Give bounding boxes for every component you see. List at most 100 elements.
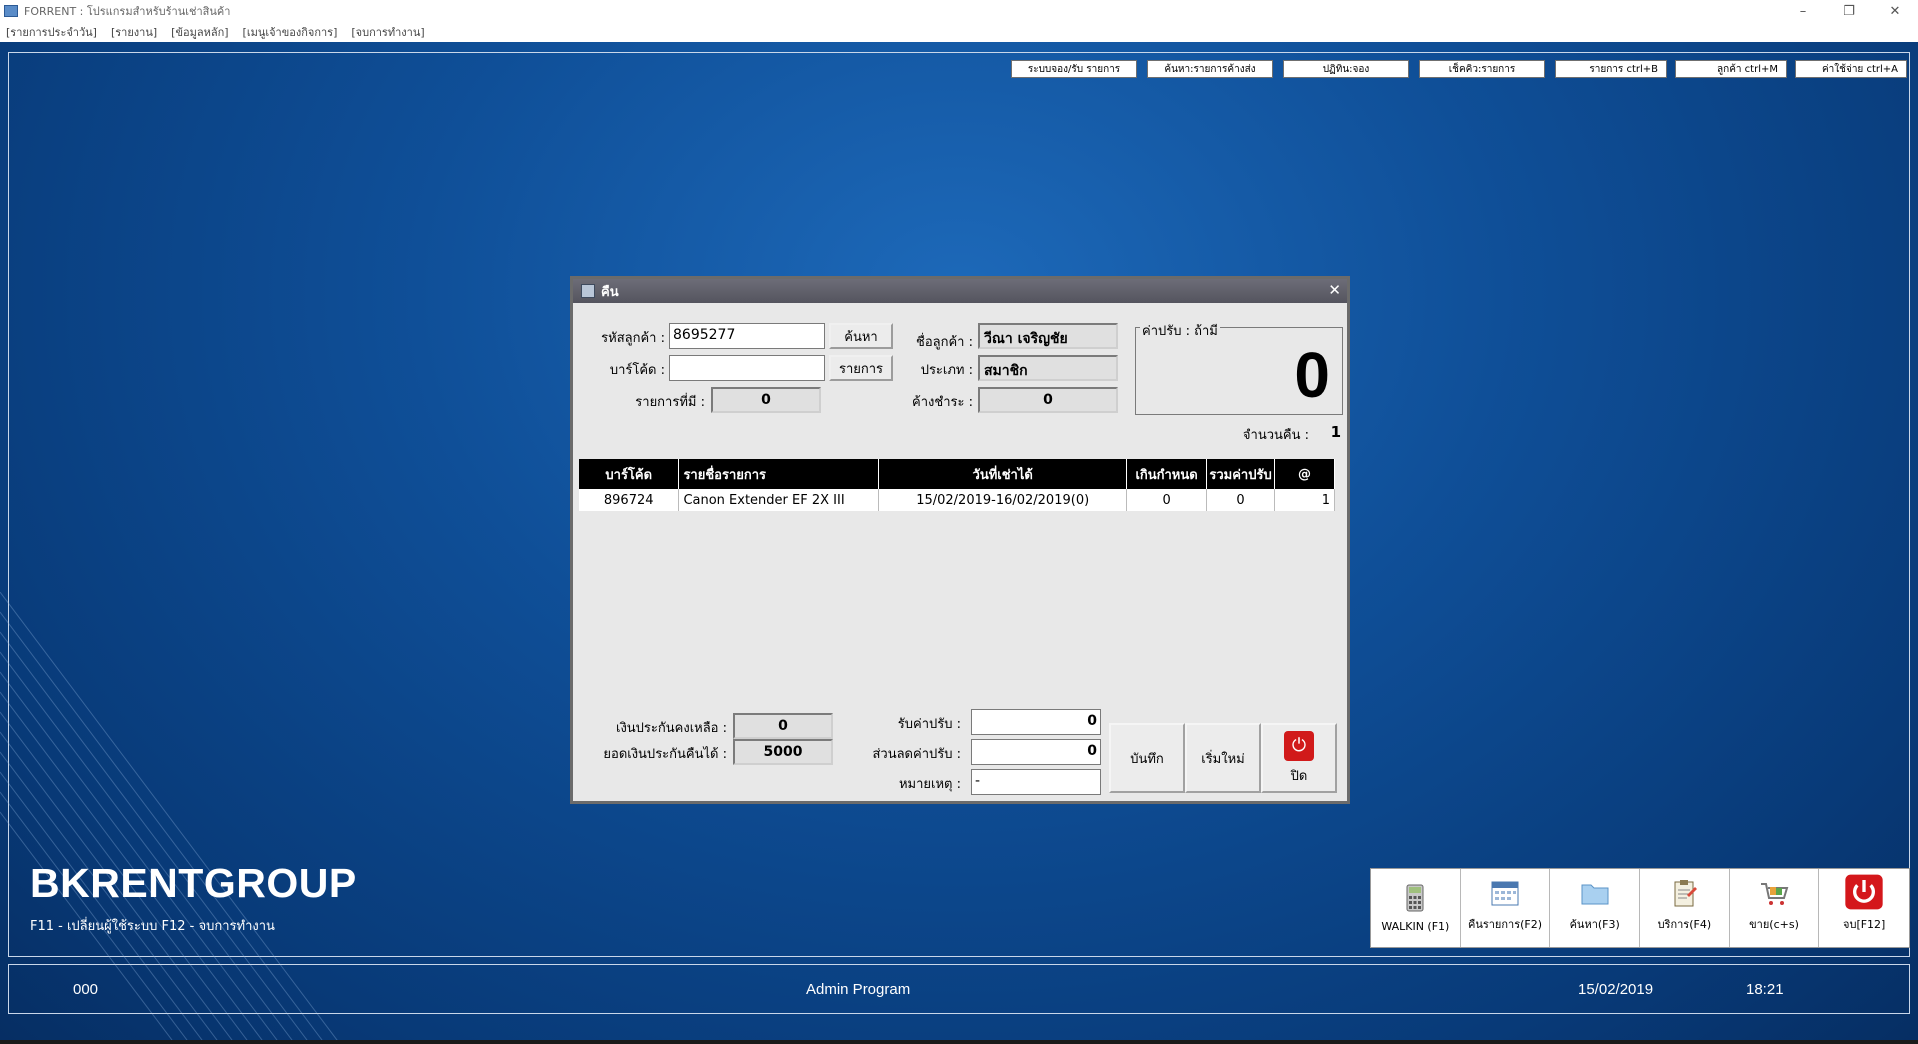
menu-master-data[interactable]: [ข้อมูลหลัก] [171,23,228,41]
customer-name-value: วีณา เจริญชัย [978,323,1118,349]
cell-total-fine: 0 [1206,489,1276,511]
return-items-label: คืนรายการ(F2) [1467,918,1543,931]
menu-reports[interactable]: [รายงาน] [111,23,157,41]
service-label: บริการ(F4) [1657,918,1712,931]
restore-button[interactable]: ❐ [1826,0,1872,22]
dialog-icon [581,284,595,298]
bottom-strip [0,1040,1918,1044]
customers-shortcut-button[interactable]: ลูกค้า ctrl+M [1675,60,1787,78]
customer-code-label: รหัสลูกค้า : [601,331,665,346]
type-value: สมาชิก [978,355,1118,381]
exit-button[interactable]: จบ[F12] [1819,869,1909,947]
search-label: ค้นหา(F3) [1569,918,1620,931]
header-total-fine: รวมค่าปรับ [1206,459,1276,489]
calculator-icon [1406,884,1424,912]
return-items-table: บาร์โค้ด รายชื่อรายการ วันที่เช่าได้ เกิ… [579,459,1335,511]
fine-legend: ค่าปรับ : ถ้ามี [1140,320,1220,341]
cell-barcode: 896724 [579,489,680,511]
return-items-button[interactable]: คืนรายการ(F2) [1461,869,1551,947]
fine-box: ค่าปรับ : ถ้ามี 0 [1135,320,1343,415]
receive-fine-input[interactable]: 0 [971,709,1101,735]
discount-fine-input[interactable]: 0 [971,739,1101,765]
dialog-close-icon[interactable]: ✕ [1328,281,1341,299]
items-count-label: รายการที่มี : [635,395,705,410]
app-icon [4,5,18,17]
sell-label: ขาย(c+s) [1749,918,1799,931]
close-dialog-label: ปิด [1290,768,1308,784]
brand-name: BKRENTGROUP [30,860,357,906]
status-date: 15/02/2019 [1578,981,1654,998]
note-label: หมายเหตุ : [898,777,961,792]
header-barcode: บาร์โค้ด [579,459,680,489]
items-shortcut-button[interactable]: รายการ ctrl+B [1555,60,1667,78]
exit-label: จบ[F12] [1843,918,1886,931]
menu-daily[interactable]: [รายการประจำวัน] [6,23,97,41]
walkin-button[interactable]: WALKIN (F1) [1371,869,1461,947]
search-button[interactable]: ค้นหา(F3) [1550,869,1641,947]
status-program: Admin Program [806,981,911,998]
pending-search-button[interactable]: ค้นหา:รายการค้างส่ง [1147,60,1273,78]
fine-value: 0 [1294,339,1330,411]
close-window-button[interactable]: ✕ [1872,0,1918,22]
cart-icon [1761,883,1789,905]
calendar-booking-button[interactable]: ปฏิทิน:จอง [1283,60,1409,78]
customer-name-label: ชื่อลูกค้า : [916,335,973,350]
dialog-titlebar: คืน ✕ [573,279,1347,303]
header-item-name: รายชื่อรายการ [678,459,880,489]
close-dialog-button[interactable]: ⏻ ปิด [1261,723,1337,793]
window-title: FORRENT : โปรแกรมสำหรับร้านเช่าสินค้า [24,5,231,18]
deposit-left-value: 0 [733,713,833,739]
save-button[interactable]: บันทึก [1109,723,1185,793]
clipboard-icon [1674,880,1698,907]
cell-item-name: Canon Extender EF 2X III [678,489,880,511]
status-bar: 000 Admin Program 15/02/2019 18:21 [8,964,1910,1014]
type-label: ประเภท : [920,363,973,378]
return-count-label: จำนวนคืน : [1242,428,1309,443]
menu-bar: [รายการประจำวัน] [รายงาน] [ข้อมูลหลัก] [… [0,22,1918,42]
table-header-row: บาร์โค้ด รายชื่อรายการ วันที่เช่าได้ เกิ… [579,459,1335,489]
note-input[interactable]: - [971,769,1101,795]
deposit-return-label: ยอดเงินประกันคืนได้ : [603,747,727,762]
header-qty: @ [1274,459,1335,489]
cell-overdue: 0 [1126,489,1208,511]
status-time: 18:21 [1746,981,1784,998]
barcode-input[interactable] [669,355,825,381]
table-row[interactable]: 896724 Canon Extender EF 2X III 15/02/20… [579,489,1335,511]
keyboard-help: F11 - เปลี่ยนผู้ใช้ระบบ F12 - จบการทำงาน [30,919,275,934]
customer-code-input[interactable]: 8695277 [669,323,825,349]
return-dialog: คืน ✕ รหัสลูกค้า : 8695277 ค้นหา บาร์โค้… [570,276,1350,804]
header-rental-date: วันที่เช่าได้ [878,459,1128,489]
main-toolbar: WALKIN (F1) คืนรายการ(F2) ค้นหา(F3) บริก… [1370,868,1910,948]
header-overdue: เกินกำหนด [1126,459,1208,489]
queue-check-button[interactable]: เช็คคิว:รายการ [1419,60,1545,78]
window-titlebar: FORRENT : โปรแกรมสำหรับร้านเช่าสินค้า – … [0,0,1918,22]
minimize-button[interactable]: – [1780,0,1826,22]
cell-rental-date: 15/02/2019-16/02/2019(0) [878,489,1128,511]
sell-button[interactable]: ขาย(c+s) [1730,869,1820,947]
calendar-icon [1491,881,1519,906]
power-icon [1845,874,1883,910]
search-customer-button[interactable]: ค้นหา [829,323,893,349]
item-list-button[interactable]: รายการ [829,355,893,381]
outstanding-label: ค้างชำระ : [912,395,973,410]
power-icon: ⏻ [1284,730,1314,761]
menu-owner[interactable]: [เมนูเจ้าของกิจการ] [243,23,338,41]
items-count-value: 0 [711,387,821,413]
walkin-label: WALKIN (F1) [1381,920,1450,933]
receive-fine-label: รับค่าปรับ : [897,717,961,732]
reservation-button[interactable]: ระบบจอง/รับ รายการ [1011,60,1137,78]
reset-button[interactable]: เริ่มใหม่ [1185,723,1261,793]
cell-qty: 1 [1274,489,1335,511]
dialog-title: คืน [601,284,619,300]
menu-exit[interactable]: [จบการทำงาน] [351,23,424,41]
return-count-value: 1 [1330,423,1341,441]
status-code: 000 [73,981,99,998]
barcode-label: บาร์โค้ด : [609,363,665,378]
discount-fine-label: ส่วนลดค่าปรับ : [872,747,961,762]
deposit-return-value: 5000 [733,739,833,765]
outstanding-value: 0 [978,387,1118,413]
deposit-left-label: เงินประกันคงเหลือ : [616,721,727,736]
service-button[interactable]: บริการ(F4) [1640,869,1730,947]
expenses-shortcut-button[interactable]: ค่าใช้จ่าย ctrl+A [1795,60,1907,78]
folder-icon [1581,884,1609,905]
